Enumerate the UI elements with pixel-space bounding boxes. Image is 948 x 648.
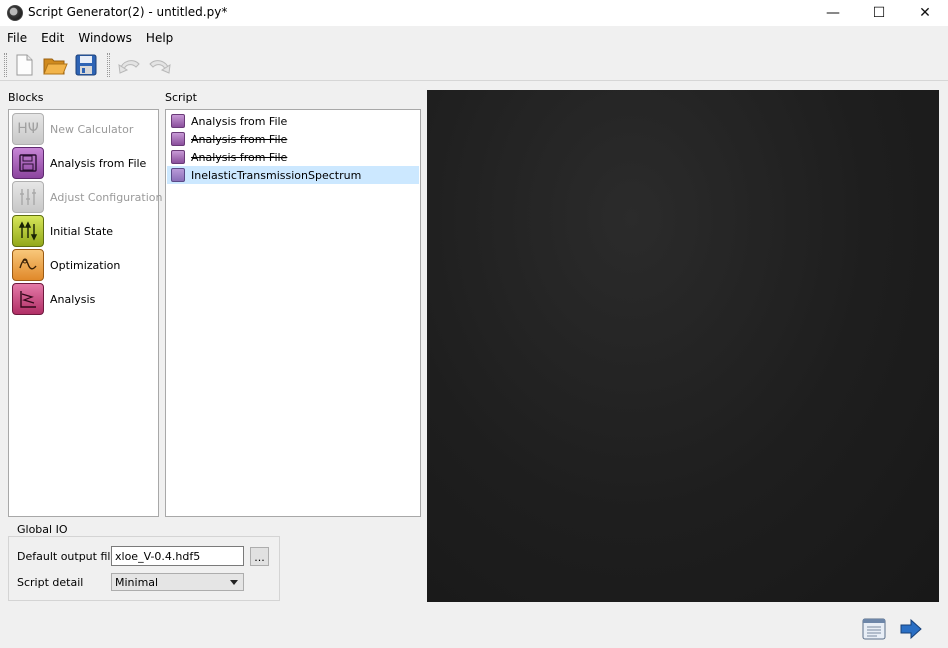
output-file-label: Default output file (17, 550, 118, 563)
menu-edit[interactable]: Edit (34, 28, 71, 48)
block-analysis[interactable]: Analysis (12, 282, 157, 316)
adjust-icon (12, 181, 44, 213)
block-new-calculator[interactable]: HΨ New Calculator (12, 112, 157, 146)
toolbar-grip[interactable] (4, 53, 7, 77)
script-item-label: Analysis from File (191, 132, 288, 146)
block-label: Adjust Configuration (50, 190, 163, 204)
block-label: Optimization (50, 258, 121, 272)
script-detail-label: Script detail (17, 576, 84, 589)
script-detail-select[interactable]: Minimal (111, 573, 244, 591)
analysis-from-file-icon (171, 150, 185, 164)
toolbar-separator (107, 53, 110, 77)
script-detail-value: Minimal (115, 576, 159, 589)
calculator-icon: HΨ (12, 113, 44, 145)
script-item-selected[interactable]: InelasticTransmissionSpectrum (167, 166, 419, 184)
output-file-input[interactable] (111, 546, 244, 566)
analysis-from-file-icon (171, 132, 185, 146)
script-item[interactable]: Analysis from File (167, 112, 419, 130)
window-title: Script Generator(2) - untitled.py* (28, 5, 228, 19)
analysis-icon (12, 283, 44, 315)
script-view-icon[interactable] (861, 616, 887, 642)
analysis-icon (171, 168, 185, 182)
chevron-down-icon (230, 580, 238, 585)
next-arrow-icon[interactable] (898, 616, 924, 642)
toolbar (0, 48, 948, 81)
initial-state-icon (12, 215, 44, 247)
blocks-panel: HΨ New Calculator Analysis from File Adj… (8, 109, 162, 517)
script-item-label: InelasticTransmissionSpectrum (191, 168, 362, 182)
block-optimization[interactable]: Optimization (12, 248, 157, 282)
maximize-button[interactable]: ☐ (856, 0, 902, 26)
close-button[interactable]: ✕ (902, 0, 948, 26)
analysis-from-file-icon (171, 114, 185, 128)
redo-icon[interactable] (147, 52, 173, 78)
blocks-heading: Blocks (8, 91, 44, 104)
floppy-icon (12, 147, 44, 179)
block-label: New Calculator (50, 122, 134, 136)
block-initial-state[interactable]: Initial State (12, 214, 157, 248)
block-analysis-from-file[interactable]: Analysis from File (12, 146, 157, 180)
block-label: Initial State (50, 224, 114, 238)
optimization-icon (12, 249, 44, 281)
menu-file[interactable]: File (0, 28, 34, 48)
global-io-title: Global IO (15, 523, 70, 536)
script-panel: Analysis from File Analysis from File An… (165, 109, 421, 517)
menu-help[interactable]: Help (139, 28, 180, 48)
app-icon (7, 5, 23, 21)
new-file-icon[interactable] (11, 52, 37, 78)
script-item[interactable]: Analysis from File (167, 148, 419, 166)
block-label: Analysis (50, 292, 96, 306)
script-item-label: Analysis from File (191, 114, 288, 128)
script-item[interactable]: Analysis from File (167, 130, 419, 148)
save-icon[interactable] (73, 52, 99, 78)
browse-button[interactable]: ... (250, 547, 269, 566)
undo-icon[interactable] (116, 52, 142, 78)
menu-windows[interactable]: Windows (71, 28, 139, 48)
block-label: Analysis from File (50, 156, 147, 170)
script-heading: Script (165, 91, 197, 104)
open-folder-icon[interactable] (42, 52, 68, 78)
minimize-button[interactable]: — (810, 0, 856, 26)
block-adjust-configuration[interactable]: Adjust Configuration (12, 180, 162, 214)
preview-canvas[interactable] (427, 90, 939, 602)
script-item-label: Analysis from File (191, 150, 288, 164)
menu-bar: File Edit Windows Help (0, 28, 948, 48)
title-bar: Script Generator(2) - untitled.py* — ☐ ✕ (0, 0, 948, 26)
